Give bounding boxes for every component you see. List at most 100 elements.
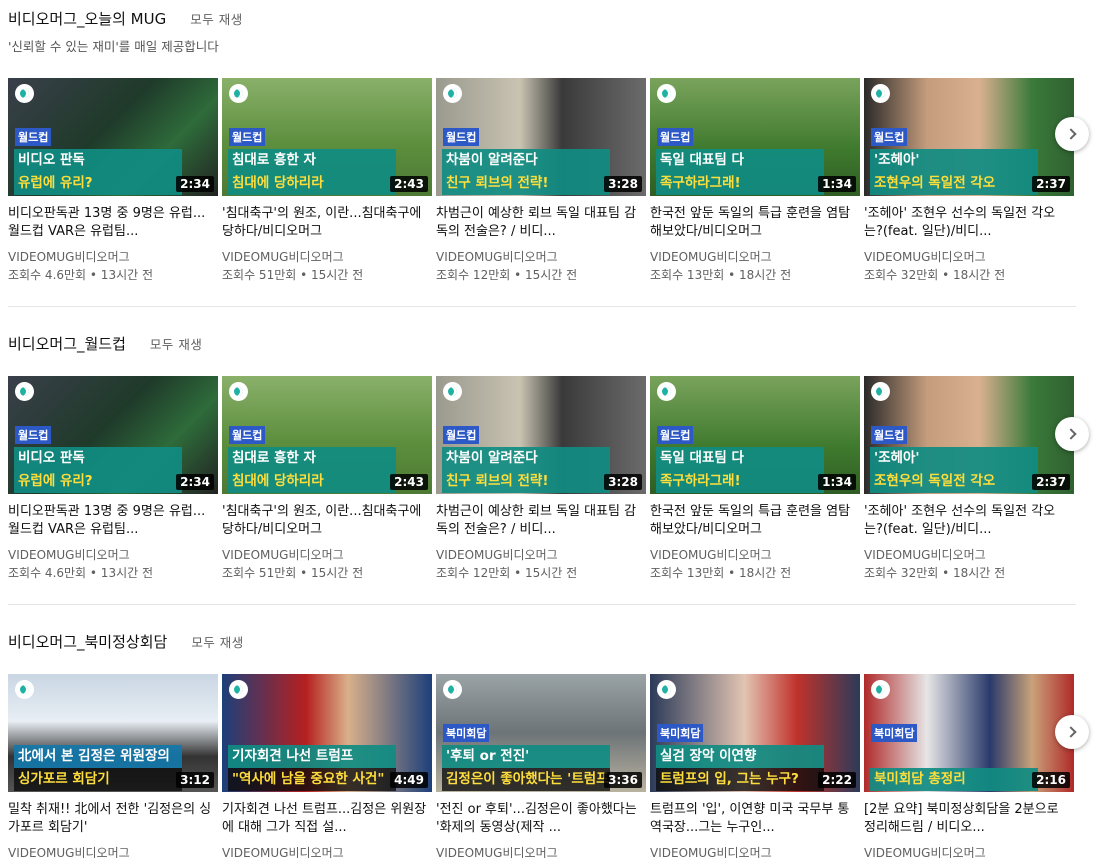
next-arrow-button[interactable] — [1055, 715, 1089, 749]
thumbnail-caption-bottom: 친구 뢰브의 전략! — [442, 172, 610, 195]
channel-name[interactable]: VIDEOMUG비디오머그 — [8, 248, 130, 265]
channel-name[interactable]: VIDEOMUG비디오머그 — [436, 248, 558, 265]
video-title[interactable]: 차범근이 예상한 뢰브 독일 대표팀 감독의 전술은? / 비디... — [436, 205, 642, 241]
thumbnail-caption-bottom: 유럽에 유리? — [14, 470, 182, 493]
video-card[interactable]: 북미회담 실검 장악 이연향 트럼프의 입, 그는 누구? 2:22 트럼프의 … — [650, 674, 860, 858]
video-card[interactable]: 월드컵 '조헤아' 조현우의 독일전 각오 2:37 '조헤아' 조현우 선수의… — [864, 78, 1074, 298]
video-card[interactable]: 월드컵 차붐이 알려준다 친구 뢰브의 전략! 3:28 차범근이 예상한 뢰브… — [436, 376, 646, 596]
video-title[interactable]: '조헤아' 조현우 선수의 독일전 각오는?(feat. 일단)/비디... — [864, 503, 1070, 539]
video-stats: 조회수 4.6만회 • 13시간 전 — [8, 566, 154, 580]
thumbnail-caption-top: 독일 대표팀 다 — [656, 447, 824, 470]
video-thumbnail[interactable]: 北에서 본 김정은 위원장의 싱가포르 회담기 3:12 — [8, 674, 218, 792]
video-thumbnail[interactable]: 기자회견 나선 트럼프 "역사에 남을 중요한 사건" 4:49 — [222, 674, 432, 792]
channel-name[interactable]: VIDEOMUG비디오머그 — [8, 546, 130, 563]
channel-name[interactable]: VIDEOMUG비디오머그 — [864, 844, 986, 858]
duration-badge: 3:12 — [176, 772, 214, 788]
thumbnail-caption-top: 차붐이 알려준다 — [442, 447, 610, 470]
video-mug-logo-icon — [229, 382, 248, 401]
video-title[interactable]: '전진 or 후퇴'...김정은이 좋아했다는 '화제의 동영상(제작 ... — [436, 801, 642, 837]
channel-name[interactable]: VIDEOMUG비디오머그 — [222, 248, 344, 265]
thumbnail-caption-bottom: 침대에 당하리라 — [228, 470, 396, 493]
play-all-button[interactable]: 모두 재생 — [190, 9, 242, 28]
video-mug-logo-icon — [15, 680, 34, 699]
channel-name[interactable]: VIDEOMUG비디오머그 — [222, 844, 344, 858]
video-card[interactable]: 월드컵 차붐이 알려준다 친구 뢰브의 전략! 3:28 차범근이 예상한 뢰브… — [436, 78, 646, 298]
thumbnail-caption-bottom: "역사에 남을 중요한 사건" — [228, 768, 396, 791]
duration-badge: 2:37 — [1032, 474, 1070, 490]
thumbnail-caption-top: 침대로 흥한 자 — [228, 447, 396, 470]
thumbnail-caption-top: 기자회견 나선 트럼프 — [228, 745, 396, 768]
video-title[interactable]: 차범근이 예상한 뢰브 독일 대표팀 감독의 전술은? / 비디... — [436, 503, 642, 539]
category-tag: 북미회담 — [657, 724, 704, 742]
shelf-title[interactable]: 비디오머그_월드컵 — [8, 333, 126, 354]
video-thumbnail[interactable]: 월드컵 비디오 판독 유럽에 유리? 2:34 — [8, 376, 218, 494]
video-card[interactable]: 북미회담 '후퇴 or 전진' 김정은이 좋아했다는 '트럼프 영상' 3:36… — [436, 674, 646, 858]
duration-badge: 2:43 — [390, 176, 428, 192]
video-thumbnail[interactable]: 월드컵 침대로 흥한 자 침대에 당하리라 2:43 — [222, 78, 432, 196]
channel-name[interactable]: VIDEOMUG비디오머그 — [436, 546, 558, 563]
video-thumbnail[interactable]: 북미회담 북미회담 총정리 2:16 — [864, 674, 1074, 792]
shelf-title[interactable]: 비디오머그_북미정상회담 — [8, 631, 167, 652]
category-tag: 월드컵 — [15, 426, 52, 444]
video-card[interactable]: 北에서 본 김정은 위원장의 싱가포르 회담기 3:12 밀착 취재!! 北에서… — [8, 674, 218, 858]
video-card[interactable]: 월드컵 침대로 흥한 자 침대에 당하리라 2:43 '침대축구'의 원조, 이… — [222, 376, 432, 596]
video-card[interactable]: 월드컵 비디오 판독 유럽에 유리? 2:34 비디오판독관 13명 중 9명은… — [8, 78, 218, 298]
video-thumbnail[interactable]: 북미회담 '후퇴 or 전진' 김정은이 좋아했다는 '트럼프 영상' 3:36 — [436, 674, 646, 792]
video-title[interactable]: '침대축구'의 원조, 이란...침대축구에 당하다/비디오머그 — [222, 503, 428, 539]
play-all-button[interactable]: 모두 재생 — [191, 632, 243, 651]
play-all-button[interactable]: 모두 재생 — [150, 334, 202, 353]
video-mug-logo-icon — [871, 680, 890, 699]
channel-name[interactable]: VIDEOMUG비디오머그 — [864, 248, 986, 265]
video-title[interactable]: '조헤아' 조현우 선수의 독일전 각오는?(feat. 일단)/비디... — [864, 205, 1070, 241]
video-mug-logo-icon — [443, 382, 462, 401]
video-thumbnail[interactable]: 월드컵 차붐이 알려준다 친구 뢰브의 전략! 3:28 — [436, 376, 646, 494]
video-thumbnail[interactable]: 월드컵 '조헤아' 조현우의 독일전 각오 2:37 — [864, 376, 1074, 494]
video-card[interactable]: 월드컵 독일 대표팀 다 족구하라그래! 1:34 한국전 앞둔 독일의 특급 … — [650, 78, 860, 298]
video-thumbnail[interactable]: 월드컵 독일 대표팀 다 족구하라그래! 1:34 — [650, 78, 860, 196]
video-thumbnail[interactable]: 월드컵 비디오 판독 유럽에 유리? 2:34 — [8, 78, 218, 196]
video-card[interactable]: 월드컵 비디오 판독 유럽에 유리? 2:34 비디오판독관 13명 중 9명은… — [8, 376, 218, 596]
video-mug-logo-icon — [871, 84, 890, 103]
thumbnail-caption-bottom: 조현우의 독일전 각오 — [870, 172, 1038, 195]
duration-badge: 3:28 — [604, 176, 642, 192]
video-title[interactable]: 비디오판독관 13명 중 9명은 유럽...월드컵 VAR은 유럽팀... — [8, 205, 214, 241]
thumbnail-caption-bottom: 족구하라그래! — [656, 172, 824, 195]
video-card[interactable]: 북미회담 북미회담 총정리 2:16 [2분 요약] 북미정상회담을 2분으로 … — [864, 674, 1074, 858]
video-title[interactable]: 트럼프의 '입', 이연향 미국 국무부 통역국장...그는 누구인... — [650, 801, 856, 837]
video-title[interactable]: 한국전 앞둔 독일의 특급 훈련을 염탐해보았다/비디오머그 — [650, 503, 856, 539]
duration-badge: 2:34 — [176, 176, 214, 192]
duration-badge: 3:28 — [604, 474, 642, 490]
video-title[interactable]: 비디오판독관 13명 중 9명은 유럽...월드컵 VAR은 유럽팀... — [8, 503, 214, 539]
video-card[interactable]: 기자회견 나선 트럼프 "역사에 남을 중요한 사건" 4:49 기자회견 나선… — [222, 674, 432, 858]
channel-name[interactable]: VIDEOMUG비디오머그 — [8, 844, 130, 858]
video-card[interactable]: 월드컵 독일 대표팀 다 족구하라그래! 1:34 한국전 앞둔 독일의 특급 … — [650, 376, 860, 596]
video-title[interactable]: [2분 요약] 북미정상회담을 2분으로 정리해드림 / 비디오... — [864, 801, 1070, 837]
channel-name[interactable]: VIDEOMUG비디오머그 — [650, 248, 772, 265]
video-card[interactable]: 월드컵 침대로 흥한 자 침대에 당하리라 2:43 '침대축구'의 원조, 이… — [222, 78, 432, 298]
video-card[interactable]: 월드컵 '조헤아' 조현우의 독일전 각오 2:37 '조헤아' 조현우 선수의… — [864, 376, 1074, 596]
video-thumbnail[interactable]: 북미회담 실검 장악 이연향 트럼프의 입, 그는 누구? 2:22 — [650, 674, 860, 792]
video-title[interactable]: 한국전 앞둔 독일의 특급 훈련을 염탐해보았다/비디오머그 — [650, 205, 856, 241]
channel-name[interactable]: VIDEOMUG비디오머그 — [650, 546, 772, 563]
video-mug-logo-icon — [657, 382, 676, 401]
channel-name[interactable]: VIDEOMUG비디오머그 — [864, 546, 986, 563]
channel-name[interactable]: VIDEOMUG비디오머그 — [436, 844, 558, 858]
video-thumbnail[interactable]: 월드컵 차붐이 알려준다 친구 뢰브의 전략! 3:28 — [436, 78, 646, 196]
thumbnail-caption-bottom: 김정은이 좋아했다는 '트럼프 영상' — [442, 768, 610, 791]
channel-name[interactable]: VIDEOMUG비디오머그 — [222, 546, 344, 563]
video-thumbnail[interactable]: 월드컵 독일 대표팀 다 족구하라그래! 1:34 — [650, 376, 860, 494]
video-thumbnail[interactable]: 월드컵 '조헤아' 조현우의 독일전 각오 2:37 — [864, 78, 1074, 196]
video-title[interactable]: 기자회견 나선 트럼프...김정은 위원장에 대해 그가 직접 설... — [222, 801, 428, 837]
shelf-title[interactable]: 비디오머그_오늘의 MUG — [8, 8, 166, 29]
next-arrow-button[interactable] — [1055, 417, 1089, 451]
video-thumbnail[interactable]: 월드컵 침대로 흥한 자 침대에 당하리라 2:43 — [222, 376, 432, 494]
thumbnail-caption-top: 북미회담 총정리 — [870, 768, 1038, 791]
category-tag: 월드컵 — [657, 426, 694, 444]
video-title[interactable]: '침대축구'의 원조, 이란...침대축구에 당하다/비디오머그 — [222, 205, 428, 241]
duration-badge: 2:37 — [1032, 176, 1070, 192]
video-title[interactable]: 밀착 취재!! 北에서 전한 '김정은의 싱가포르 회담기' — [8, 801, 214, 837]
next-arrow-button[interactable] — [1055, 117, 1089, 151]
thumbnail-caption-top: 독일 대표팀 다 — [656, 149, 824, 172]
channel-name[interactable]: VIDEOMUG비디오머그 — [650, 844, 772, 858]
shelf-todays-mug: 비디오머그_오늘의 MUG 모두 재생 '신뢰할 수 있는 재미'를 매일 제공… — [8, 6, 1076, 307]
